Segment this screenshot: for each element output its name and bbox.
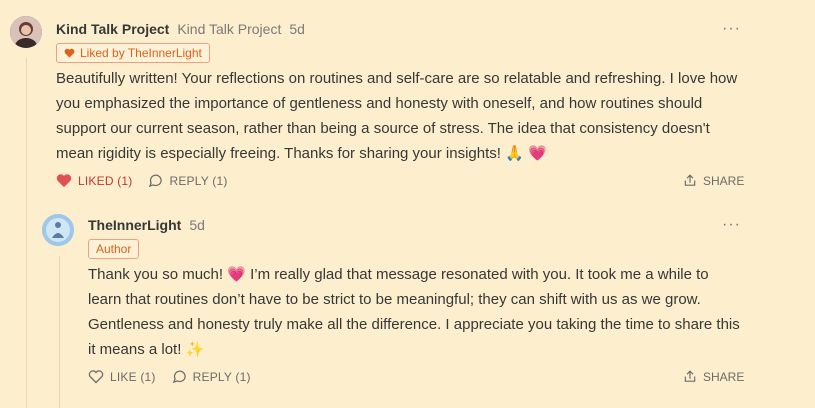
comment-actions: LIKED (1) REPLY (1)	[56, 173, 228, 188]
like-button[interactable]: LIKED (1)	[56, 173, 132, 188]
comment-line: mean rigidity is especially freeing. Tha…	[56, 145, 547, 162]
reply-reply-button[interactable]: REPLY (1)	[172, 369, 251, 384]
share-icon	[684, 370, 696, 382]
liked-by-label: Liked by TheInnerLight	[80, 46, 202, 60]
reply-header: TheInnerLight 5d	[88, 217, 205, 233]
more-dots-icon: ···	[722, 216, 741, 233]
comment-line: Beautifully written! Your reflections on…	[56, 70, 738, 87]
comment-author-subtitle[interactable]: Kind Talk Project	[177, 21, 281, 37]
heart-icon	[88, 370, 104, 384]
share-button[interactable]: SHARE	[683, 173, 744, 188]
comment-bubble-icon	[172, 370, 186, 384]
comment-timestamp[interactable]: 5d	[289, 21, 305, 37]
reply-share-button[interactable]: SHARE	[683, 369, 744, 384]
reply-line: it means a lot! ✨	[88, 341, 205, 358]
comment-line: support our current season, rather than …	[56, 120, 710, 137]
comment-body: Beautifully written! Your reflections on…	[56, 66, 737, 166]
reply-line: Thank you so much! 💗 I’m really glad tha…	[88, 266, 709, 283]
reply-timestamp[interactable]: 5d	[189, 217, 205, 233]
reply-line: Gentleness and honesty truly make all th…	[88, 316, 740, 333]
reply-actions: LIKE (1) REPLY (1)	[88, 369, 251, 384]
reply-line: learn that routines don’t have to be str…	[88, 291, 701, 308]
like-label: LIKED (1)	[78, 173, 133, 188]
more-dots-icon: ···	[722, 20, 741, 37]
reply-share-label: SHARE	[703, 369, 745, 384]
reply-label: REPLY (1)	[169, 173, 228, 188]
liked-by-badge: Liked by TheInnerLight	[56, 43, 210, 63]
comment-more-button[interactable]: ···	[722, 21, 741, 37]
thread-line-top	[26, 58, 27, 408]
share-icon	[684, 174, 696, 186]
author-badge-label: Author	[96, 242, 132, 256]
comment-bubble-icon	[149, 174, 163, 188]
avatar-theinnerlight[interactable]	[42, 214, 74, 246]
reply-more-button[interactable]: ···	[722, 217, 741, 233]
heart-icon	[64, 48, 75, 58]
reply-body: Thank you so much! 💗 I’m really glad tha…	[88, 262, 740, 362]
comment-line: you emphasized the importance of gentlen…	[56, 95, 703, 112]
reply-like-label: LIKE (1)	[110, 369, 156, 384]
reply-like-button[interactable]: LIKE (1)	[88, 369, 156, 384]
avatar-kind-talk-project[interactable]	[10, 16, 42, 48]
share-label: SHARE	[703, 173, 745, 188]
reply-reply-label: REPLY (1)	[192, 369, 251, 384]
reply-author-name[interactable]: TheInnerLight	[88, 217, 181, 233]
comment-header: Kind Talk Project Kind Talk Project 5d	[56, 21, 305, 37]
author-badge: Author	[88, 239, 140, 259]
reply-button[interactable]: REPLY (1)	[148, 173, 227, 188]
comment-author-name[interactable]: Kind Talk Project	[56, 21, 169, 37]
heart-icon	[56, 174, 72, 188]
reply-thread-line	[59, 256, 60, 408]
